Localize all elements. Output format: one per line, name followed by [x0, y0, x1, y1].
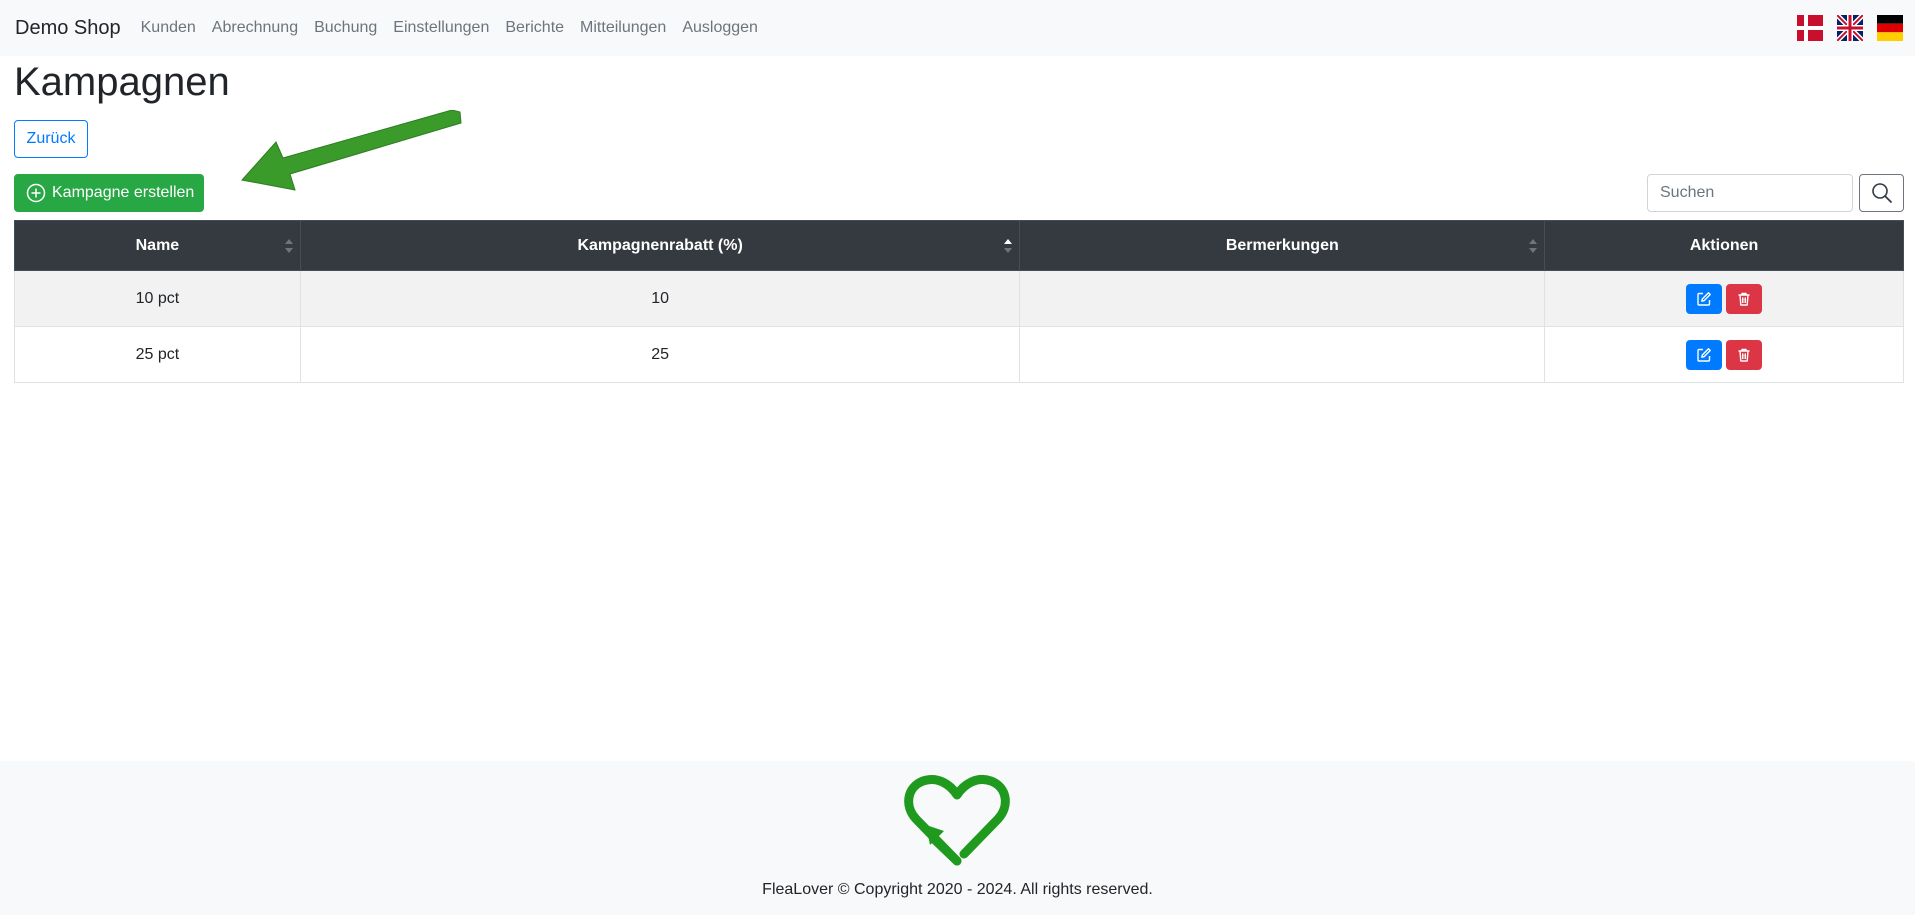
edit-button[interactable]: [1686, 339, 1723, 370]
cell-discount: 25: [299, 326, 1021, 383]
sort-icon: [284, 238, 293, 253]
nav-link-ausloggen[interactable]: Ausloggen: [682, 19, 758, 37]
language-flags: [1797, 15, 1903, 41]
navbar: Demo Shop Kunden Abrechnung Buchung Eins…: [0, 0, 1915, 56]
trash-icon: [1738, 348, 1750, 362]
create-campaign-label: Kampagne erstellen: [52, 184, 195, 201]
nav-link-abrechnung[interactable]: Abrechnung: [212, 19, 298, 37]
column-header-label: Kampagnenrabatt (%): [577, 236, 743, 254]
search-icon: [1871, 183, 1892, 203]
brand-link[interactable]: Demo Shop: [15, 17, 121, 40]
cell-remarks: [1019, 326, 1546, 383]
delete-button[interactable]: [1726, 339, 1763, 370]
page-title: Kampagnen: [14, 60, 230, 104]
column-header-label: Aktionen: [1689, 236, 1759, 254]
edit-icon: [1697, 291, 1711, 306]
campaigns-table: Name Kampagnenrabatt (%) Bermerkungen Ak…: [14, 220, 1904, 383]
search-button[interactable]: [1859, 174, 1904, 212]
cell-discount: 10: [299, 270, 1021, 327]
cell-name: 10 pct: [14, 270, 301, 327]
sort-icon: [1529, 238, 1538, 253]
nav-links: Kunden Abrechnung Buchung Einstellungen …: [141, 19, 774, 37]
column-header-name[interactable]: Name: [14, 220, 301, 271]
column-header-discount[interactable]: Kampagnenrabatt (%): [299, 220, 1021, 271]
sort-ascending-icon: [1004, 238, 1013, 253]
delete-button[interactable]: [1726, 283, 1763, 314]
column-header-label: Name: [135, 236, 180, 254]
annotation-arrow-icon: [241, 110, 462, 191]
search-input[interactable]: [1647, 174, 1853, 212]
back-button[interactable]: Zurück: [14, 120, 88, 158]
column-header-remarks[interactable]: Bermerkungen: [1019, 220, 1546, 271]
cell-actions: [1544, 326, 1904, 383]
flag-uk-icon[interactable]: [1837, 15, 1863, 41]
column-header-label: Bermerkungen: [1225, 236, 1339, 254]
table-row: 25 pct 25: [14, 326, 1904, 383]
footer-copyright: FleaLover © Copyright 2020 - 2024. All r…: [762, 881, 1153, 898]
plus-circle-icon: [26, 183, 46, 203]
trash-icon: [1738, 292, 1750, 306]
nav-link-einstellungen[interactable]: Einstellungen: [393, 19, 489, 37]
footer: FleaLover © Copyright 2020 - 2024. All r…: [0, 761, 1915, 915]
flag-denmark-icon[interactable]: [1797, 15, 1823, 41]
cell-actions: [1544, 270, 1904, 327]
nav-link-buchung[interactable]: Buchung: [314, 19, 377, 37]
edit-button[interactable]: [1686, 283, 1723, 314]
column-header-actions: Aktionen: [1544, 220, 1904, 271]
nav-link-mitteilungen[interactable]: Mitteilungen: [580, 19, 666, 37]
flag-germany-icon[interactable]: [1877, 15, 1903, 41]
create-campaign-button[interactable]: Kampagne erstellen: [14, 174, 204, 212]
cell-name: 25 pct: [14, 326, 301, 383]
nav-link-kunden[interactable]: Kunden: [141, 19, 196, 37]
edit-icon: [1697, 347, 1711, 362]
cell-remarks: [1019, 270, 1546, 327]
nav-link-berichte[interactable]: Berichte: [505, 19, 564, 37]
table-header-row: Name Kampagnenrabatt (%) Bermerkungen Ak…: [14, 220, 1904, 271]
flealover-heart-logo-icon: [904, 775, 1010, 866]
table-row: 10 pct 10: [14, 270, 1904, 327]
